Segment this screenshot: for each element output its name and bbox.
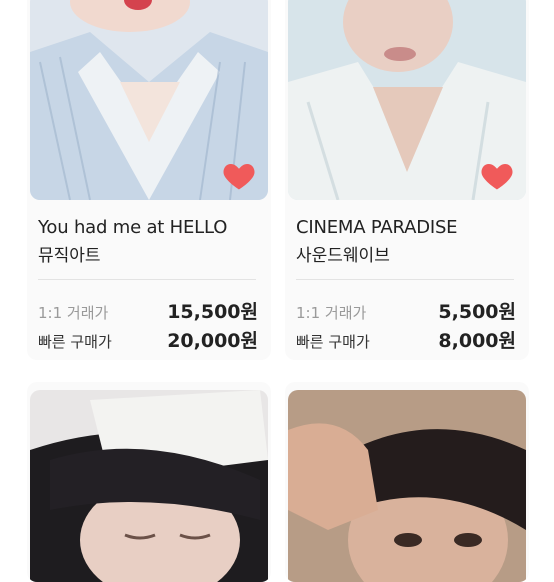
divider [38, 279, 256, 280]
buy-price-value: 20,000원 [167, 330, 258, 352]
product-artist: 사운드웨이브 [296, 246, 390, 266]
trade-price-row: 1:1 거래가 5,500원 [296, 297, 516, 323]
trade-price-value: 5,500원 [438, 301, 516, 323]
heart-icon[interactable] [221, 158, 257, 194]
buy-price-label: 빠른 구매가 [38, 333, 112, 351]
product-card[interactable]: You had me at HELLO 뮤직아트 1:1 거래가 15,500원… [27, 0, 271, 360]
buy-price-row: 빠른 구매가 8,000원 [296, 326, 516, 352]
trade-price-value: 15,500원 [167, 301, 258, 323]
buy-price-value: 8,000원 [438, 330, 516, 352]
product-title[interactable]: You had me at HELLO [38, 217, 264, 238]
buy-price-row: 빠른 구매가 20,000원 [38, 326, 258, 352]
product-photo[interactable] [288, 390, 526, 582]
trade-price-row: 1:1 거래가 15,500원 [38, 297, 258, 323]
product-artist: 뮤직아트 [38, 246, 101, 266]
product-card[interactable]: CINEMA PARADISE 사운드웨이브 1:1 거래가 5,500원 빠른… [285, 0, 529, 360]
product-card[interactable] [285, 382, 529, 582]
trade-price-label: 1:1 거래가 [38, 304, 109, 322]
buy-price-label: 빠른 구매가 [296, 333, 370, 351]
product-photo[interactable] [30, 390, 268, 582]
heart-icon[interactable] [479, 158, 515, 194]
trade-price-label: 1:1 거래가 [296, 304, 367, 322]
product-card[interactable] [27, 382, 271, 582]
divider [296, 279, 514, 280]
product-title[interactable]: CINEMA PARADISE [296, 217, 522, 238]
